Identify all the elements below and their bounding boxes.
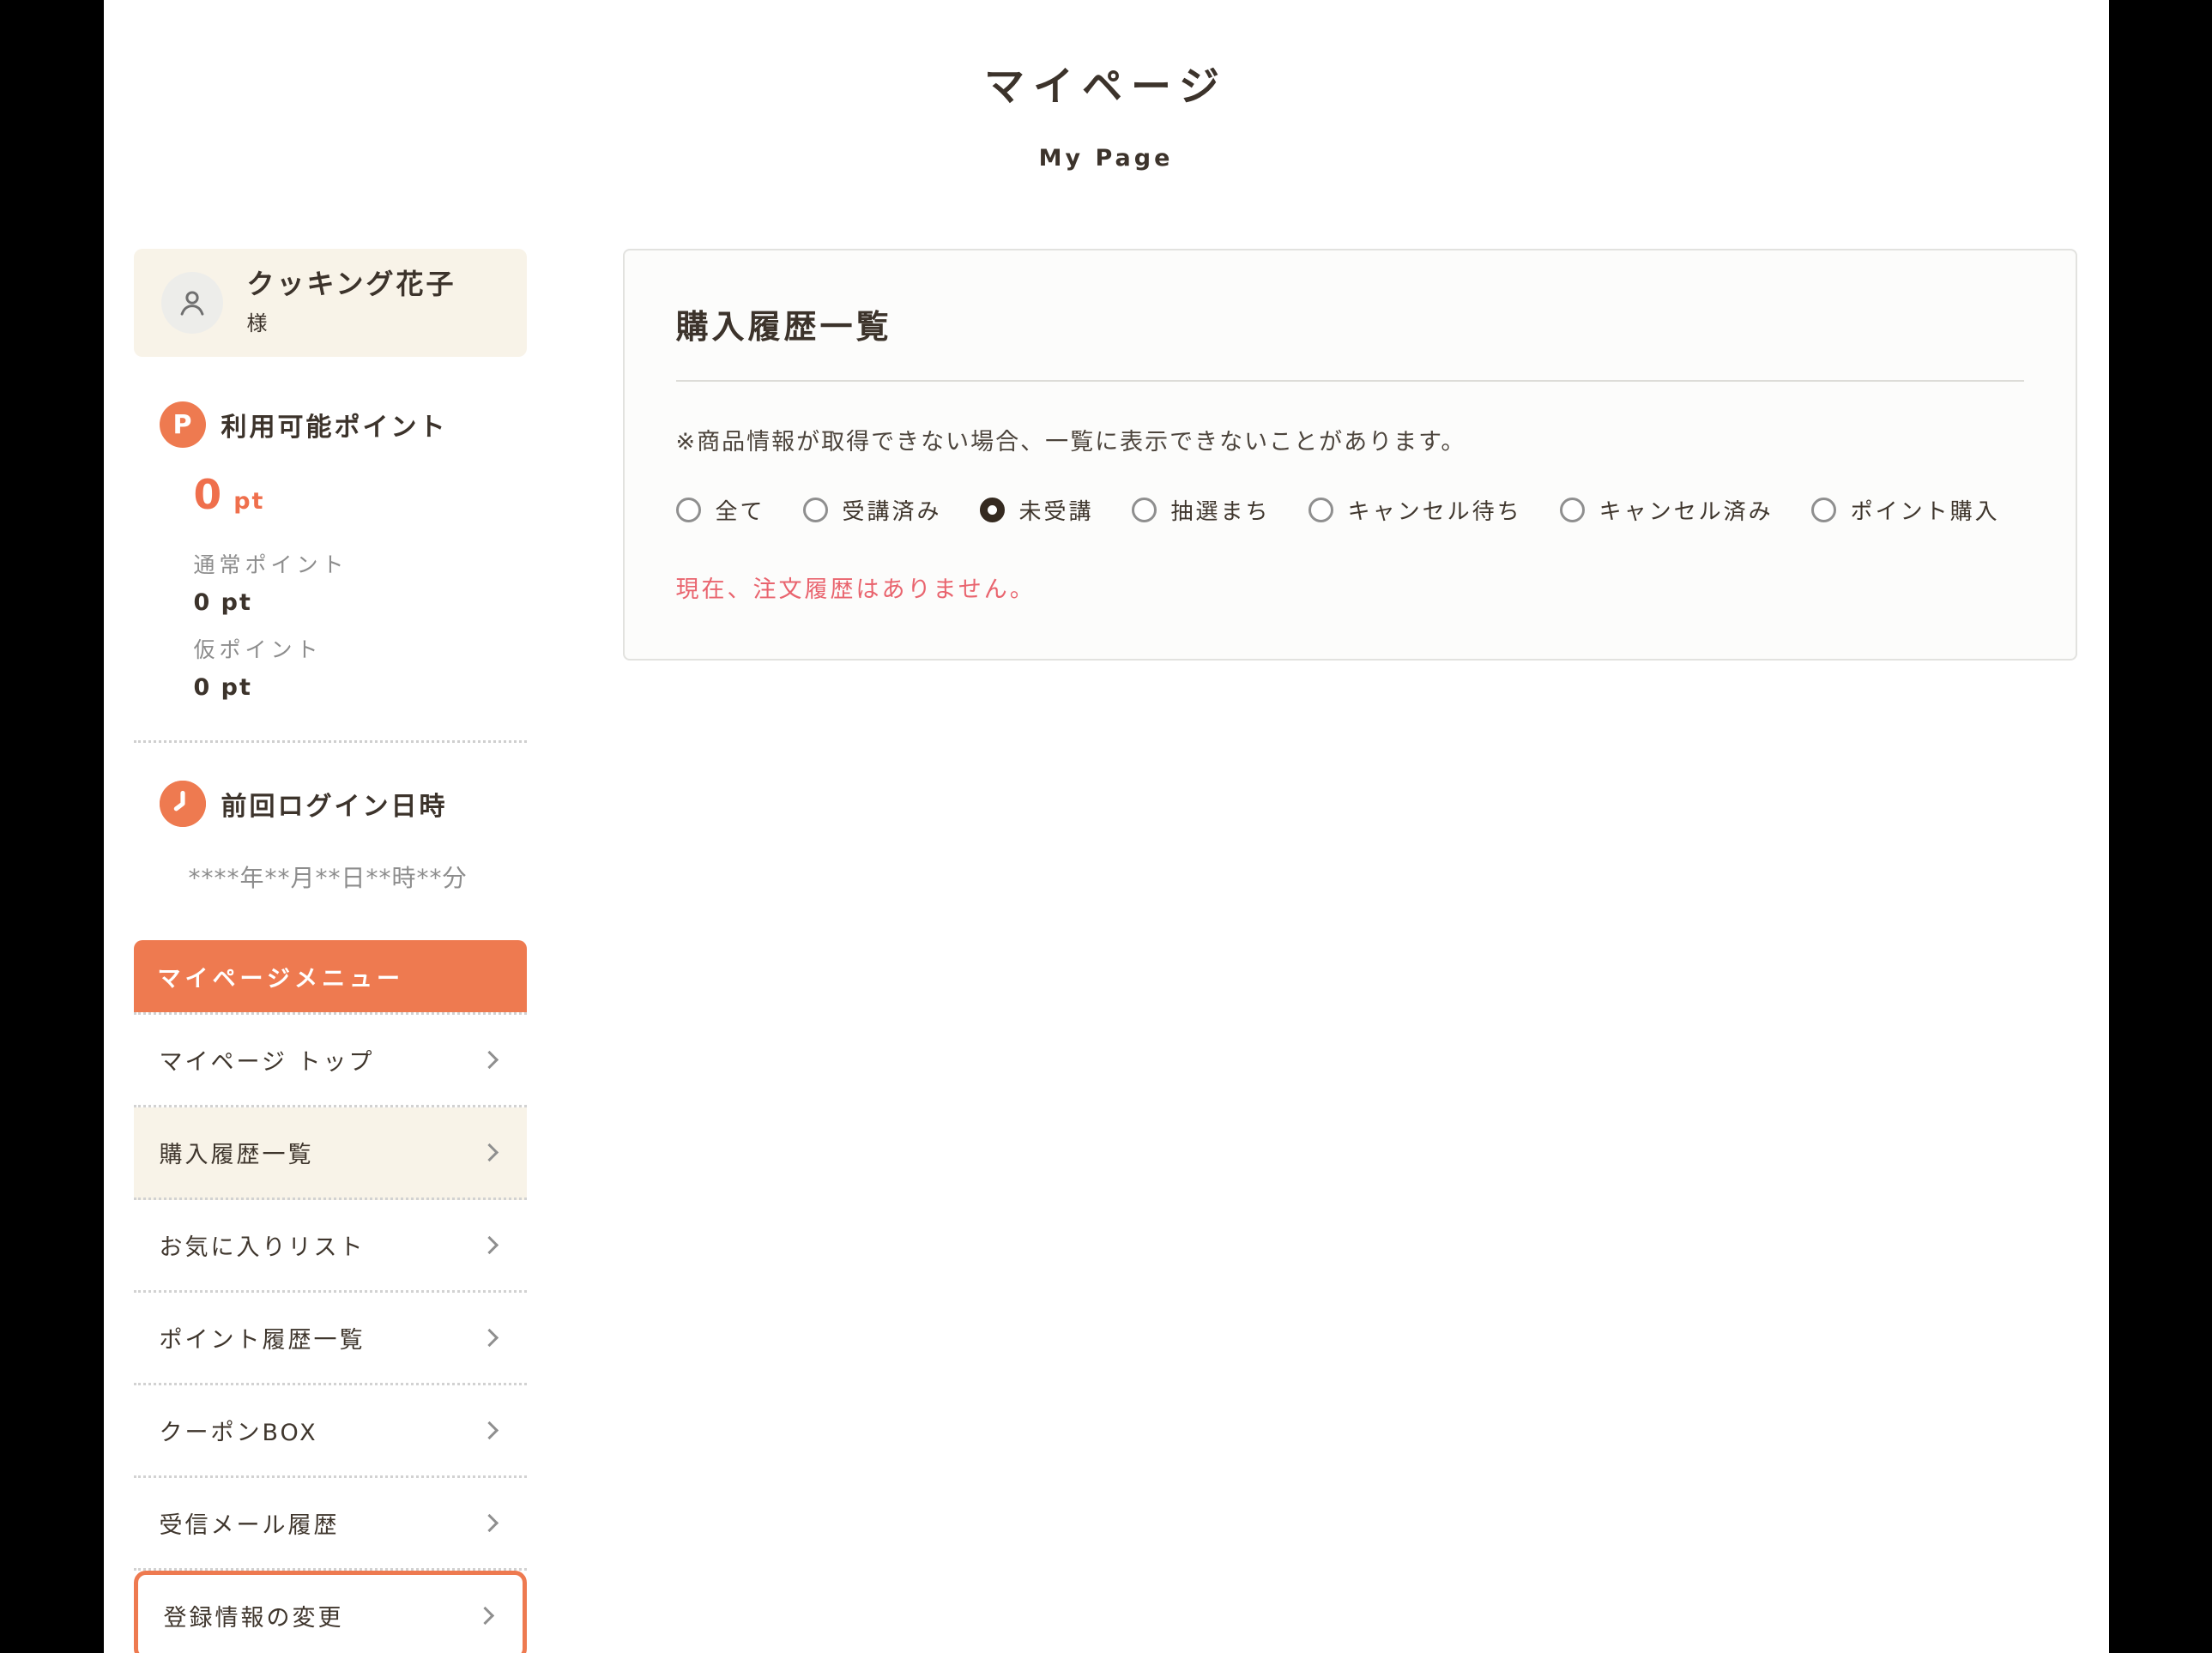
points-heading-row: P 利用可能ポイント — [134, 401, 527, 448]
radio-indicator — [1811, 498, 1836, 522]
last-login-heading: 前回ログイン日時 — [221, 785, 448, 823]
menu-row: マイページ トップ — [134, 1015, 527, 1107]
panel-rule — [676, 380, 2024, 382]
sidebar-item-purchase-history[interactable]: 購入履歴一覧 — [134, 1107, 527, 1198]
page-subtitle: My Page — [104, 147, 2109, 170]
point-badge-icon: P — [160, 401, 206, 448]
user-name: クッキング花子 — [247, 269, 456, 299]
points-breakdown: 通常ポイント 0 pt 仮ポイント 0 pt — [194, 548, 527, 701]
last-login-section: 前回ログイン日時 ****年**月**日**時**分 — [134, 781, 527, 894]
menu-header: マイページメニュー — [134, 940, 527, 1012]
chevron-right-icon — [480, 1514, 498, 1532]
sidebar-item-point-history[interactable]: ポイント履歴一覧 — [134, 1293, 527, 1383]
user-info: クッキング花子 様 — [247, 269, 456, 336]
menu-row: 購入履歴一覧 — [134, 1107, 527, 1200]
radio-indicator-checked — [980, 498, 1005, 522]
chevron-right-icon — [480, 1329, 498, 1347]
chevron-right-icon — [475, 1607, 493, 1625]
points-total-unit: pt — [233, 488, 264, 515]
filter-label: キャンセル済み — [1599, 494, 1774, 526]
person-icon — [174, 285, 210, 321]
sidebar-item-label: 受信メール履歴 — [160, 1506, 340, 1540]
radio-indicator — [803, 498, 828, 522]
radio-indicator — [676, 498, 701, 522]
sidebar-item-edit-registration[interactable]: 登録情報の変更 — [134, 1571, 527, 1653]
status-filter-group: 全て 受講済み 未受講 抽選まち — [676, 494, 2024, 526]
sidebar-divider — [134, 740, 527, 743]
filter-label: 受講済み — [843, 494, 942, 526]
menu-row: 登録情報の変更 — [134, 1571, 527, 1653]
filter-label: 抽選まち — [1171, 494, 1271, 526]
radio-indicator — [1308, 498, 1333, 522]
normal-points-label: 通常ポイント — [194, 548, 527, 579]
filter-label: 未受講 — [1019, 494, 1094, 526]
my-page: マイページ My Page クッキング花子 様 P — [104, 0, 2109, 1653]
user-card: クッキング花子 様 — [134, 249, 527, 357]
menu-list: マイページ トップ 購入履歴一覧 お気に入りリスト — [134, 1012, 527, 1653]
temporary-points-label: 仮ポイント — [194, 633, 527, 664]
points-heading: 利用可能ポイント — [221, 406, 448, 443]
empty-order-message: 現在、注文履歴はありません。 — [676, 570, 2024, 604]
mypage-menu: マイページメニュー マイページ トップ 購入履歴一覧 — [134, 940, 527, 1653]
temporary-points-value: 0 pt — [194, 674, 527, 701]
filter-radio-point-purchase[interactable]: ポイント購入 — [1811, 494, 2000, 526]
filter-radio-not-attended[interactable]: 未受講 — [980, 494, 1094, 526]
sidebar-item-coupon-box[interactable]: クーポンBOX — [134, 1385, 527, 1475]
filter-radio-cancel-waitlist[interactable]: キャンセル待ち — [1308, 494, 1522, 526]
sidebar-item-label: ポイント履歴一覧 — [160, 1321, 366, 1354]
radio-indicator — [1560, 498, 1585, 522]
filter-radio-lottery-pending[interactable]: 抽選まち — [1132, 494, 1271, 526]
sidebar-item-label: 購入履歴一覧 — [160, 1136, 314, 1169]
chevron-right-icon — [480, 1143, 498, 1161]
sidebar: クッキング花子 様 P 利用可能ポイント 0 pt 通常ポイント 0 pt 仮ポイ… — [134, 249, 527, 1653]
last-login-heading-row: 前回ログイン日時 — [134, 781, 527, 827]
menu-row: お気に入りリスト — [134, 1200, 527, 1293]
points-section: P 利用可能ポイント 0 pt 通常ポイント 0 pt 仮ポイント 0 pt — [134, 401, 527, 701]
page-header: マイページ My Page — [104, 0, 2109, 170]
normal-points-value: 0 pt — [194, 589, 527, 616]
filter-label: キャンセル待ち — [1348, 494, 1522, 526]
panel-note: ※商品情報が取得できない場合、一覧に表示できないことがあります。 — [676, 423, 2024, 456]
page-title: マイページ — [104, 67, 2109, 107]
sidebar-item-label: お気に入りリスト — [160, 1228, 366, 1262]
points-total-value: 0 — [194, 472, 222, 519]
panel-title: 購入履歴一覧 — [676, 300, 2024, 347]
purchase-history-panel: 購入履歴一覧 ※商品情報が取得できない場合、一覧に表示できないことがあります。 … — [623, 249, 2077, 661]
filter-label: 全て — [716, 494, 765, 526]
sidebar-item-favorites[interactable]: お気に入りリスト — [134, 1200, 527, 1290]
chevron-right-icon — [480, 1421, 498, 1439]
sidebar-item-label: クーポンBOX — [160, 1414, 318, 1447]
last-login-value: ****年**月**日**時**分 — [189, 860, 527, 894]
sidebar-item-label: 登録情報の変更 — [164, 1599, 344, 1632]
filter-radio-attended[interactable]: 受講済み — [803, 494, 942, 526]
clock-icon — [160, 781, 206, 827]
menu-row: ポイント履歴一覧 — [134, 1293, 527, 1385]
chevron-right-icon — [480, 1236, 498, 1254]
avatar — [161, 272, 223, 334]
radio-indicator — [1132, 498, 1157, 522]
sidebar-item-label: マイページ トップ — [160, 1043, 375, 1077]
filter-radio-cancelled[interactable]: キャンセル済み — [1560, 494, 1774, 526]
points-total: 0 pt — [194, 472, 527, 519]
menu-row: 受信メール履歴 — [134, 1478, 527, 1571]
chevron-right-icon — [480, 1051, 498, 1069]
sidebar-item-mypage-top[interactable]: マイページ トップ — [134, 1015, 527, 1105]
filter-radio-all[interactable]: 全て — [676, 494, 765, 526]
sidebar-item-received-mail[interactable]: 受信メール履歴 — [134, 1478, 527, 1568]
filter-label: ポイント購入 — [1851, 494, 2000, 526]
user-honorific: 様 — [247, 306, 456, 336]
content-area: クッキング花子 様 P 利用可能ポイント 0 pt 通常ポイント 0 pt 仮ポイ… — [104, 249, 2109, 1653]
main-content: 購入履歴一覧 ※商品情報が取得できない場合、一覧に表示できないことがあります。 … — [623, 249, 2077, 661]
menu-row: クーポンBOX — [134, 1385, 527, 1478]
